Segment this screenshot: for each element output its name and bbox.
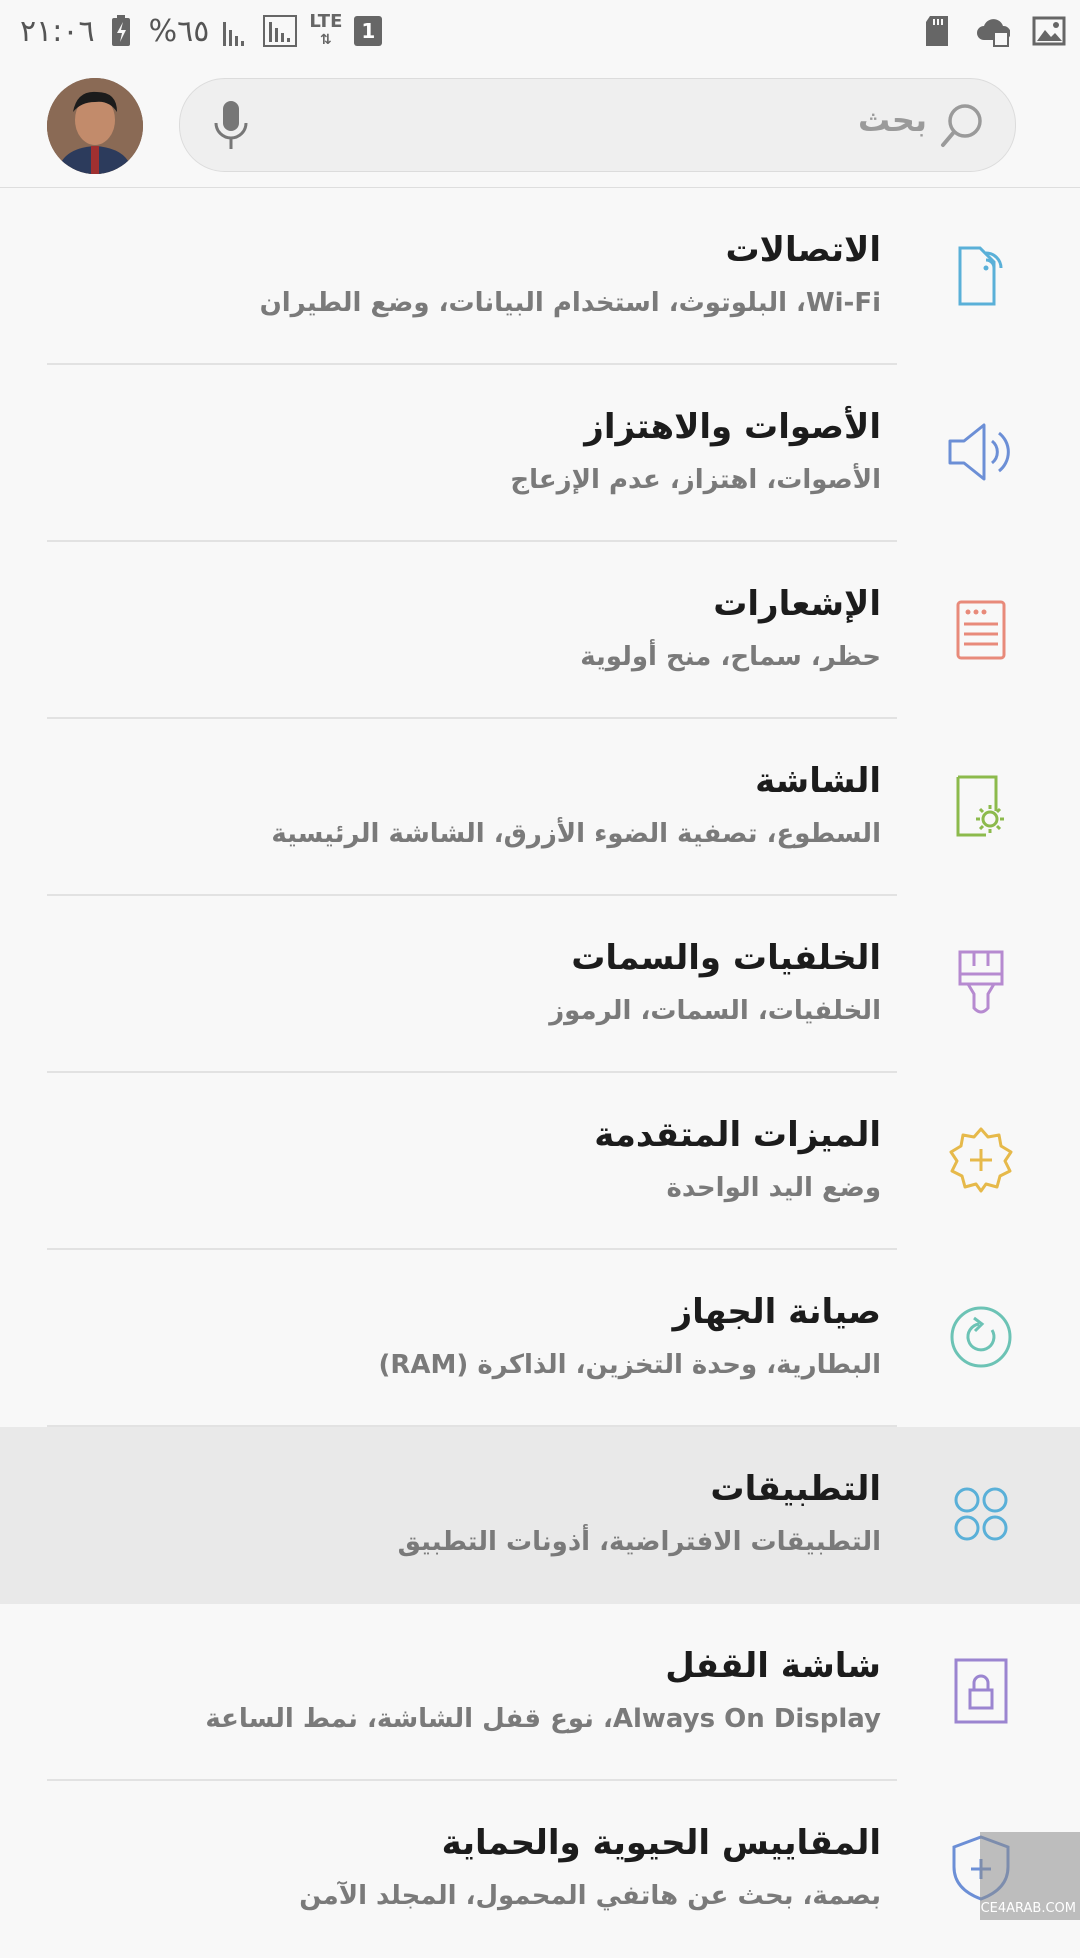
display-icon [956,775,1004,837]
clock: ٢١:٠٦ [20,13,95,49]
image-icon [1032,16,1066,46]
mic-icon[interactable] [208,99,254,151]
cloud-sync-icon [977,19,1010,47]
notifications-icon [956,600,1006,660]
status-bar: ٢١:٠٦ %٦٥ LTE ⇅ 1 [0,0,1080,62]
sim-badge: 1 [354,16,383,46]
refresh-icon [950,1306,1012,1368]
settings-item-display[interactable]: الشاشة السطوع، تصفية الضوء الأزرق، الشاش… [0,719,1080,896]
profile-photo [47,78,143,174]
sd-card-icon [926,16,948,46]
settings-list: الاتصالات Wi-Fi، البلوتوث، استخدام البيا… [0,188,1080,1958]
brush-icon [958,950,1004,1014]
settings-item-lock-screen[interactable]: شاشة القفل Always On Display، نوع قفل ال… [0,1604,1080,1781]
search-input[interactable]: بحث [179,78,1016,172]
apps-icon [954,1487,1008,1541]
item-subtitle: الخلفيات، السمات، الرموز [549,996,881,1026]
item-title: الشاشة [755,761,881,801]
avatar[interactable] [47,78,143,174]
settings-item-biometrics[interactable]: المقاييس الحيوية والحماية بصمة، بحث عن ه… [0,1781,1080,1958]
item-title: التطبيقات [710,1469,881,1509]
item-subtitle: بصمة، بحث عن هاتفي المحمول، المجلد الآمن [299,1881,881,1911]
item-subtitle: الأصوات، اهتزاز، عدم الإزعاج [510,465,881,495]
lte-indicator: LTE ⇅ [309,11,343,49]
watermark-text: CE4ARAB.COM [980,1901,1076,1916]
gear-plus-icon [949,1127,1013,1193]
item-title: الأصوات والاهتزاز [584,407,881,447]
item-title: الاتصالات [725,230,882,270]
search-placeholder: بحث [858,101,927,139]
settings-item-apps[interactable]: التطبيقات التطبيقات الافتراضية، أذونات ا… [0,1427,1080,1604]
signal-icon [223,22,245,46]
settings-item-notifications[interactable]: الإشعارات حظر، سماح، منح أولوية [0,542,1080,719]
battery-percent: %٦٥ [148,13,210,49]
settings-item-sounds[interactable]: الأصوات والاهتزاز الأصوات، اهتزاز، عدم ا… [0,365,1080,542]
settings-item-connections[interactable]: الاتصالات Wi-Fi، البلوتوث، استخدام البيا… [0,188,1080,365]
watermark: CE4ARAB.COM [980,1832,1080,1920]
item-title: المقاييس الحيوية والحماية [441,1823,881,1863]
lock-icon [954,1658,1008,1724]
connections-icon [958,246,1003,306]
item-title: الميزات المتقدمة [594,1115,881,1155]
item-subtitle: وضع اليد الواحدة [666,1173,881,1203]
search-row: بحث [0,62,1080,188]
settings-item-advanced[interactable]: الميزات المتقدمة وضع اليد الواحدة [0,1073,1080,1250]
status-right [924,10,1066,52]
battery-icon [111,15,130,46]
item-subtitle: السطوع، تصفية الضوء الأزرق، الشاشة الرئي… [271,819,881,849]
item-subtitle: Always On Display، نوع قفل الشاشة، نمط ا… [205,1704,881,1734]
item-subtitle: التطبيقات الافتراضية، أذونات التطبيق [397,1527,881,1557]
status-left: ٢١:٠٦ %٦٥ LTE ⇅ 1 [20,10,383,52]
data-arrows-icon: ⇅ [319,32,332,48]
item-title: صيانة الجهاز [672,1292,881,1332]
item-title: الخلفيات والسمات [571,938,881,978]
speaker-icon [948,423,1010,481]
settings-item-device-care[interactable]: صيانة الجهاز البطارية، وحدة التخزين، الذ… [0,1250,1080,1427]
signal-strength-icon [263,15,298,47]
item-subtitle: حظر، سماح، منح أولوية [580,642,881,672]
item-subtitle: Wi-Fi، البلوتوث، استخدام البيانات، وضع ا… [259,288,881,318]
item-title: الإشعارات [713,584,881,624]
search-icon [941,104,982,147]
item-title: شاشة القفل [665,1646,881,1686]
item-subtitle: البطارية، وحدة التخزين، الذاكرة (RAM) [378,1350,881,1380]
settings-item-wallpapers[interactable]: الخلفيات والسمات الخلفيات، السمات، الرمو… [0,896,1080,1073]
